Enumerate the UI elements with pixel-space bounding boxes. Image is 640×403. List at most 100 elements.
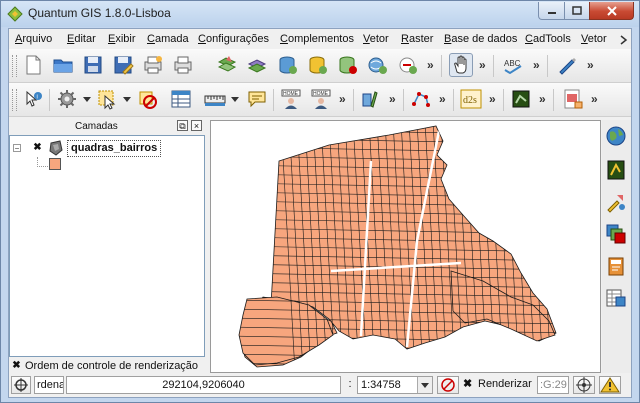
layer-style-button[interactable] [604, 158, 628, 182]
panel-float-button[interactable]: ⧉ [177, 120, 188, 131]
menu-editar[interactable]: Editar [67, 33, 96, 45]
scale-combo[interactable]: 1:34758 [357, 376, 433, 394]
deselect-button[interactable] [135, 87, 159, 111]
toolbar2-more-button-6[interactable]: » [591, 92, 598, 106]
identify-icon: i [26, 90, 42, 107]
minimize-icon [547, 11, 556, 14]
layers-stack-button[interactable] [604, 222, 628, 246]
add-vector-layer-button[interactable] [215, 53, 239, 77]
menu-arquivo[interactable]: Arquivo [15, 33, 52, 45]
render-order-control[interactable]: ✖ Ordem de controle de renderização [9, 359, 207, 373]
toolbar-grip[interactable] [12, 89, 17, 111]
settings-button[interactable] [55, 87, 79, 111]
minimize-button[interactable] [538, 2, 565, 20]
toolbar-grip[interactable] [12, 55, 17, 77]
measure-dropdown-icon[interactable] [231, 97, 239, 102]
menu-configuracoes[interactable]: Configurações [198, 33, 269, 45]
toolbar-separator [49, 89, 50, 111]
add-spatialite-layer-button[interactable] [305, 53, 329, 77]
close-button[interactable] [589, 2, 634, 20]
coord-toggle-button[interactable] [11, 376, 31, 394]
menu-label: rquivo [22, 33, 53, 45]
toolbar2-more-button-4[interactable]: » [489, 92, 496, 106]
print-composer-button[interactable] [141, 53, 165, 77]
annotation-button[interactable] [245, 87, 269, 111]
menu-raster[interactable]: Raster [401, 33, 433, 45]
image-icon [564, 89, 583, 109]
svg-text:i: i [37, 95, 38, 101]
render-toggle[interactable]: ✖ Renderizar [461, 376, 535, 394]
menu-vetor[interactable]: Vetor [363, 33, 389, 45]
save-project-button[interactable] [81, 53, 105, 77]
maximize-button[interactable] [564, 2, 590, 20]
menu-label: ditar [74, 33, 96, 45]
scale-value: 1:34758 [361, 379, 401, 391]
digitize-pen-button[interactable] [555, 53, 579, 77]
book-button[interactable] [604, 254, 628, 278]
globe-button[interactable] [604, 124, 628, 148]
toolbar2-more-button[interactable]: » [339, 92, 346, 106]
measure-button[interactable] [203, 87, 227, 111]
menu-complementos[interactable]: Complementos [280, 33, 354, 45]
street-line [504, 126, 520, 367]
toolbar1-more-button[interactable]: » [427, 58, 434, 72]
settings-dropdown-icon[interactable] [83, 97, 91, 102]
pan-tool-button[interactable] [449, 53, 473, 77]
vector-tool-button[interactable] [359, 87, 383, 111]
menu-camada[interactable]: Camada [147, 33, 189, 45]
menu-cadtools[interactable]: CadTools [525, 33, 571, 45]
toolbar1-more-button-2[interactable]: » [479, 58, 486, 72]
d2s-button[interactable]: d2s [459, 87, 483, 111]
render-checkbox[interactable]: ✖ [463, 376, 472, 392]
image-button[interactable] [561, 87, 585, 111]
toolbar1-more-button-3[interactable]: » [533, 58, 540, 72]
new-shapefile-button[interactable] [395, 53, 419, 77]
menu-base-de-dados[interactable]: Base de dados [444, 33, 517, 45]
select-features-button[interactable] [95, 87, 119, 111]
menu-exibir[interactable]: Exibir [108, 33, 136, 45]
toolbar2-more-button-5[interactable]: » [539, 92, 546, 106]
attribute-table-button[interactable] [169, 87, 193, 111]
epsg-field[interactable]: :G:29 [537, 376, 569, 394]
add-mssql-layer-button[interactable] [335, 53, 359, 77]
menu-label: omplementos [287, 33, 354, 45]
print-button[interactable] [171, 53, 195, 77]
toolbar1-more-button-4[interactable]: » [587, 58, 594, 72]
menu-overflow-icon[interactable] [620, 35, 628, 45]
save-as-button[interactable] [111, 53, 135, 77]
table-image-button[interactable] [604, 286, 628, 310]
layer-style-icon [607, 160, 625, 180]
layer-row[interactable]: − ✖ quadras_bairros [10, 140, 200, 157]
coordinates-field[interactable]: 292104,9206040 [66, 376, 341, 394]
layer-expander[interactable]: − [13, 144, 21, 153]
toolbar2-more-button-3[interactable]: » [439, 92, 446, 106]
add-postgis-layer-button[interactable] [275, 53, 299, 77]
toolbar2-more-button-2[interactable]: » [389, 92, 396, 106]
home-avatar-button-2[interactable]: HOME [309, 87, 333, 111]
menu-label: etor [587, 33, 607, 45]
add-raster-layer-button[interactable] [245, 53, 269, 77]
plugin-button[interactable] [509, 87, 533, 111]
add-wms-layer-button[interactable] [365, 53, 389, 77]
open-project-icon [53, 59, 73, 73]
gradient-button[interactable] [604, 190, 628, 214]
render-order-checkbox[interactable]: ✖ [11, 360, 22, 371]
home-avatar-button[interactable]: HOME [279, 87, 303, 111]
layer-visibility-checkbox[interactable]: ✖ [32, 142, 43, 153]
menu-label: onfigurações [205, 33, 269, 45]
map-canvas[interactable] [210, 120, 601, 373]
projection-button[interactable] [573, 376, 595, 394]
identify-button[interactable]: i [21, 87, 45, 111]
layers-stack-icon [606, 224, 626, 244]
spell-label-button[interactable]: ABC [501, 53, 525, 77]
messages-button[interactable] [599, 376, 621, 394]
menu-vetor-2[interactable]: Vetor [581, 33, 607, 45]
scale-dropdown-button[interactable] [417, 377, 432, 393]
stop-render-button[interactable] [437, 376, 459, 394]
panel-close-button[interactable]: × [191, 120, 202, 131]
new-project-button[interactable] [21, 53, 45, 77]
open-project-button[interactable] [51, 53, 75, 77]
select-dropdown-icon[interactable] [123, 97, 131, 102]
layer-name[interactable]: quadras_bairros [67, 140, 162, 157]
node-tool-button[interactable] [409, 87, 433, 111]
